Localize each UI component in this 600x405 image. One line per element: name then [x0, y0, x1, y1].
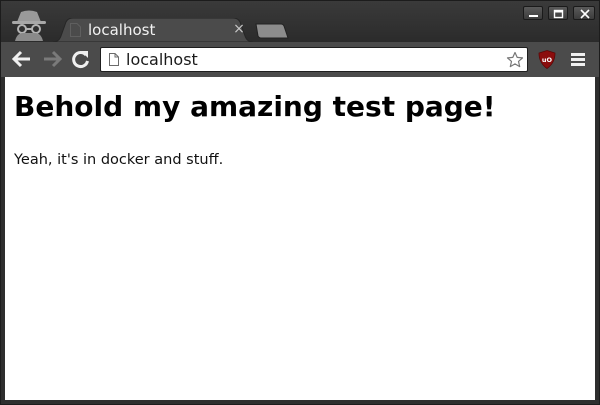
tab-localhost[interactable]: localhost × — [53, 18, 253, 42]
maximize-button[interactable] — [548, 6, 568, 20]
tab-close-icon[interactable]: × — [231, 21, 247, 37]
page-heading: Behold my amazing test page! — [14, 90, 496, 123]
star-icon[interactable] — [506, 51, 524, 69]
page-viewport: Behold my amazing test page! Yeah, it's … — [5, 77, 595, 400]
tab-strip: localhost × — [1, 1, 599, 42]
tab-title: localhost — [88, 21, 156, 39]
back-arrow-icon[interactable] — [11, 49, 33, 69]
reload-icon[interactable] — [70, 49, 92, 69]
page-icon — [70, 23, 81, 37]
hamburger-menu-icon[interactable] — [570, 52, 586, 67]
close-window-button[interactable] — [573, 6, 595, 20]
svg-text:uO: uO — [542, 56, 553, 64]
minimize-icon — [529, 15, 538, 17]
incognito-icon — [12, 10, 46, 41]
address-bar[interactable] — [100, 47, 528, 72]
maximize-icon — [553, 9, 564, 19]
page-icon — [109, 53, 119, 66]
ublock-origin-icon[interactable]: uO — [538, 50, 556, 69]
close-icon — [580, 9, 590, 19]
minimize-button[interactable] — [523, 6, 543, 20]
new-tab-button[interactable] — [255, 23, 289, 39]
browser-toolbar: uO — [1, 42, 599, 77]
url-input[interactable] — [126, 48, 496, 71]
browser-window: localhost × localhost uO Behold my amazi… — [0, 0, 600, 405]
forward-arrow-icon[interactable] — [41, 49, 63, 69]
page-paragraph: Yeah, it's in docker and stuff. — [14, 152, 224, 168]
